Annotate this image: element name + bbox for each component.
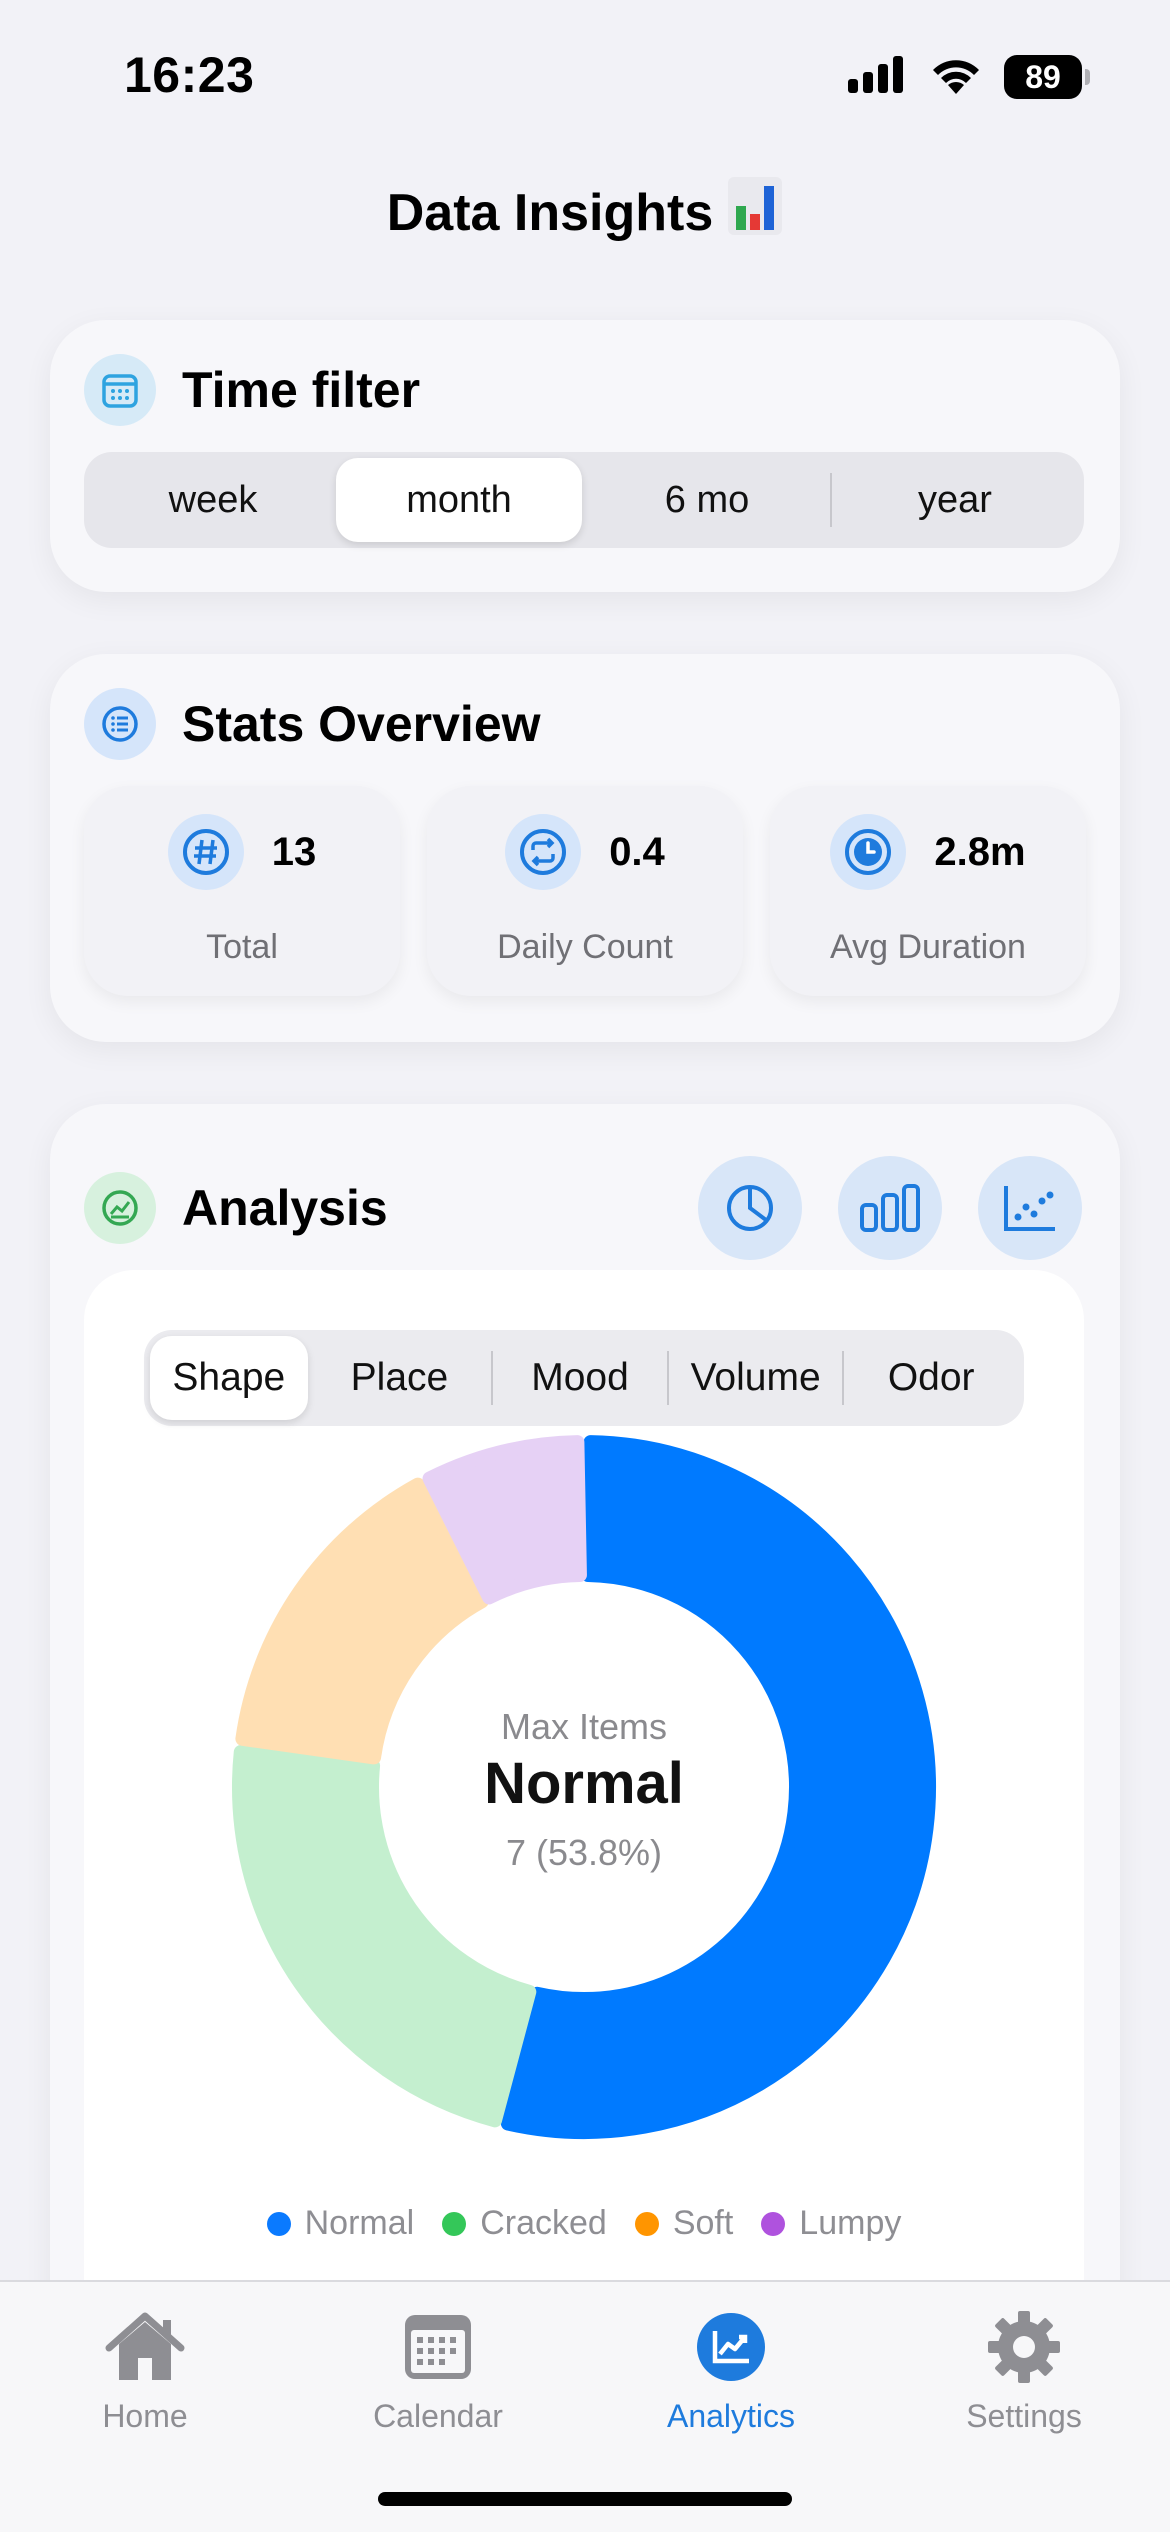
stat-avg-duration-label: Avg Duration <box>830 928 1026 966</box>
legend-item-cracked: Cracked <box>442 2204 607 2243</box>
bar-chart-button[interactable] <box>838 1156 942 1260</box>
stat-total-value: 13 <box>271 829 317 874</box>
tab-home-label: Home <box>102 2398 188 2434</box>
donut-center-name: Normal <box>484 1751 684 1816</box>
time-filter-card: Time filter week month 6 mo year <box>50 320 1120 592</box>
legend-label: Lumpy <box>799 2204 902 2242</box>
tab-settings-label: Settings <box>966 2398 1082 2434</box>
time-filter-option-week[interactable]: week <box>90 458 336 542</box>
hash-icon <box>167 814 244 890</box>
time-filter-segmented-control: week month 6 mo year <box>84 452 1084 548</box>
legend-label: Cracked <box>480 2204 607 2242</box>
legend-item-lumpy: Lumpy <box>761 2204 901 2243</box>
time-filter-title: Time filter <box>182 362 421 418</box>
time-filter-option-month[interactable]: month <box>336 458 582 542</box>
house-icon <box>25 2302 265 2392</box>
status-bar: 16:23 89 <box>0 0 1170 150</box>
stat-daily-count-value: 0.4 <box>609 829 665 874</box>
time-filter-option-year[interactable]: year <box>832 458 1078 542</box>
legend-item-normal: Normal <box>266 2204 415 2243</box>
scatter-chart-button[interactable] <box>978 1156 1082 1260</box>
pie-chart-icon <box>727 1185 773 1231</box>
calendar-icon <box>84 354 156 426</box>
time-filter-option-6mo[interactable]: 6 mo <box>584 458 830 542</box>
stat-avg-duration-value: 2.8m <box>934 829 1026 874</box>
list-icon <box>84 688 156 760</box>
tab-settings[interactable]: Settings <box>904 2302 1144 2435</box>
status-indicators: 89 <box>848 52 1090 102</box>
gear-icon <box>904 2302 1144 2392</box>
stat-daily-count: 0.4 Daily Count <box>427 786 743 996</box>
tab-bar: Home Calendar Analytics Settings <box>0 2280 1170 2532</box>
battery-icon: 89 <box>1004 55 1090 99</box>
donut-center-value: 7 (53.8%) <box>505 1832 663 1873</box>
tab-calendar-label: Calendar <box>373 2398 503 2434</box>
legend-item-soft: Soft <box>634 2204 734 2243</box>
analysis-card: Analysis Shape Place Mood Volume Odor Ma… <box>50 1104 1120 2404</box>
repeat-icon <box>505 814 582 890</box>
stat-total: 13 Total <box>84 786 400 996</box>
wifi-icon <box>928 54 984 101</box>
stats-overview-title: Stats Overview <box>182 696 541 752</box>
tab-home[interactable]: Home <box>25 2302 265 2435</box>
trend-chart-icon <box>84 1172 156 1244</box>
battery-level: 89 <box>1004 55 1082 99</box>
stat-total-label: Total <box>206 928 278 966</box>
legend-dot <box>442 2211 467 2236</box>
legend-dot <box>634 2211 659 2236</box>
scatter-chart-icon <box>1004 1186 1055 1231</box>
analytics-icon <box>611 2302 851 2392</box>
tab-analytics[interactable]: Analytics <box>611 2302 851 2435</box>
analysis-header: Analysis <box>84 1156 388 1260</box>
legend-dot <box>761 2211 786 2236</box>
legend-dot <box>266 2211 291 2236</box>
analysis-title: Analysis <box>182 1180 388 1236</box>
legend-label: Normal <box>304 2204 415 2242</box>
tab-analytics-label: Analytics <box>666 2398 796 2434</box>
donut-center-caption: Max Items <box>500 1706 668 1747</box>
stats-overview-card: Stats Overview 13 Total 0.4 Daily Count … <box>50 654 1120 1042</box>
time-filter-header: Time filter <box>84 354 420 426</box>
page-title: Data Insights <box>0 176 1170 249</box>
signal-icon <box>848 55 908 100</box>
stats-overview-header: Stats Overview <box>84 688 541 760</box>
chart-legend: Normal Cracked Soft Lumpy <box>84 2204 1084 2243</box>
bar-chart-emoji-icon <box>727 176 783 249</box>
status-time: 16:23 <box>124 47 255 103</box>
pie-chart-button[interactable] <box>698 1156 802 1260</box>
clock-icon <box>830 814 907 890</box>
calendar-icon <box>318 2302 558 2392</box>
page-title-text: Data Insights <box>386 183 714 242</box>
bar-chart-icon <box>860 1184 920 1232</box>
stat-avg-duration: 2.8m Avg Duration <box>770 786 1086 996</box>
stat-daily-count-label: Daily Count <box>497 928 673 966</box>
home-indicator <box>378 2492 792 2506</box>
tab-calendar[interactable]: Calendar <box>318 2302 558 2435</box>
legend-label: Soft <box>672 2204 734 2242</box>
chart-panel: Shape Place Mood Volume Odor Max Items N… <box>84 1270 1084 2370</box>
